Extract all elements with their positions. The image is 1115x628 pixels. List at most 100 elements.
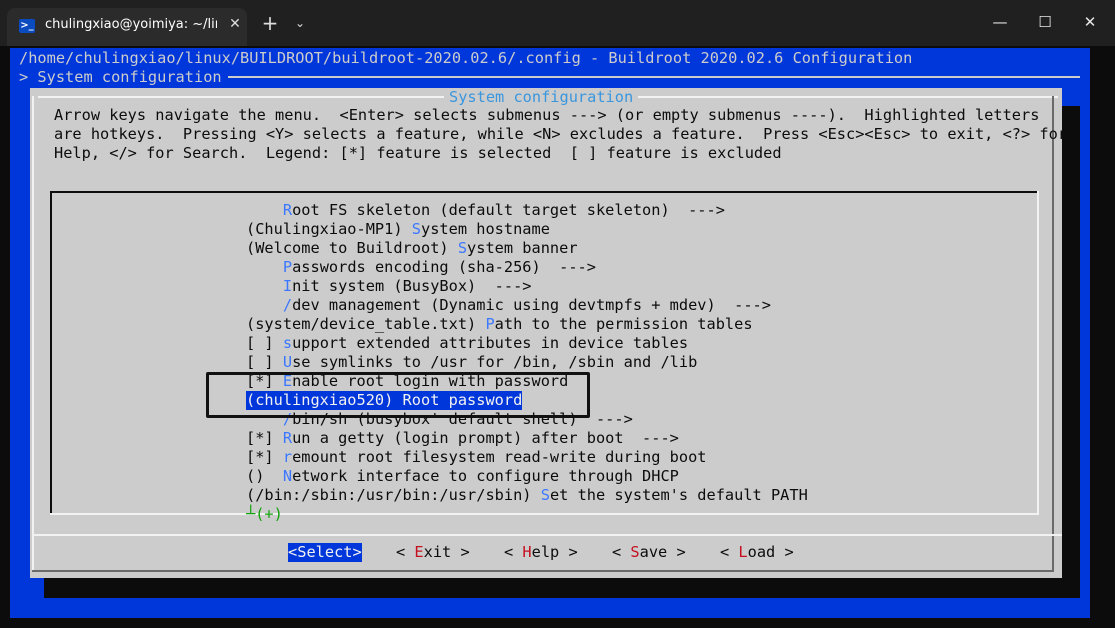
menu-list-box: Root FS skeleton (default target skeleto… (50, 191, 1039, 523)
help-text-line: Help, </> for Search. Legend: [*] featur… (54, 144, 782, 162)
item-hotkey: N (282, 467, 293, 485)
terminal-icon: >_ (19, 19, 35, 33)
item-hotkey: R (282, 429, 293, 447)
terminal-tab[interactable]: >_ chulingxiao@yoimiya: ~/linux ✕ (7, 8, 247, 46)
menu-item-passwords-encoding[interactable]: Passwords encoding (sha-256) ---> (246, 258, 596, 277)
item-prefix: [*] (246, 448, 283, 466)
menu-item-extended-attributes[interactable]: [ ] support extended attributes in devic… (246, 334, 688, 353)
button-hotkey: E (414, 543, 424, 561)
item-label: emount root filesystem read-write during… (292, 448, 707, 466)
item-prefix (246, 258, 283, 276)
save-button[interactable]: < Save > (612, 543, 686, 562)
item-hotkey: P (485, 315, 495, 333)
button-label: elp > (531, 543, 578, 561)
dialog-border-bottom (32, 570, 1054, 572)
item-prefix: [*] (246, 429, 283, 447)
menu-item-dev-management[interactable]: /dev management (Dynamic using devtmpfs … (246, 296, 771, 315)
menu-item-network-interface[interactable]: () Network interface to configure throug… (246, 467, 679, 486)
button-hotkey: S (630, 543, 640, 561)
item-label: dev management (Dynamic using devtmpfs +… (292, 296, 771, 314)
menu-item-init-system[interactable]: Init system (BusyBox) ---> (246, 277, 532, 296)
item-hotkey: / (282, 296, 293, 314)
button-hotkey: H (522, 543, 532, 561)
item-label: ystem banner (467, 239, 578, 257)
button-label: ave > (639, 543, 686, 561)
exit-button[interactable]: < Exit > (396, 543, 470, 562)
item-label: se symlinks to /usr for /bin, /sbin and … (292, 353, 698, 371)
item-hotkey: S (540, 486, 550, 504)
item-prefix (246, 277, 283, 295)
highlight-annotation-box (206, 372, 590, 418)
help-text-line: Arrow keys navigate the menu. <Enter> se… (54, 106, 1040, 124)
menu-item-getty[interactable]: [*] Run a getty (login prompt) after boo… (246, 429, 679, 448)
dialog-shadow-bottom (44, 578, 1080, 598)
help-text-line: are hotkeys. Pressing <Y> selects a feat… (54, 125, 1068, 143)
menu-border-right (1037, 191, 1039, 515)
button-bracket: < (612, 543, 631, 561)
menu-item-usr-symlinks[interactable]: [ ] Use symlinks to /usr for /bin, /sbin… (246, 353, 697, 372)
button-hotkey: L (738, 543, 748, 561)
menu-item-system-hostname[interactable]: (Chulingxiao-MP1) System hostname (246, 220, 550, 239)
button-label: xit > (423, 543, 470, 561)
item-prefix: (/bin:/sbin:/usr/bin:/usr/sbin) (246, 486, 541, 504)
item-label: upport extended attributes in device tab… (292, 334, 689, 352)
item-hotkey: P (282, 258, 293, 276)
load-button[interactable]: < Load > (720, 543, 794, 562)
item-label: oot FS skeleton (default target skeleton… (292, 201, 725, 219)
tab-title: chulingxiao@yoimiya: ~/linux (45, 17, 217, 32)
select-button[interactable]: <Select> (288, 543, 362, 562)
item-prefix: [ ] (246, 353, 283, 371)
breadcrumb-rule (228, 76, 1080, 78)
menu-border-left (50, 191, 52, 515)
dialog-border-right (1052, 96, 1054, 572)
button-bracket: < (288, 543, 298, 561)
item-hotkey: U (282, 353, 293, 371)
new-tab-button[interactable]: + (260, 12, 280, 34)
item-label: ystem hostname (421, 220, 550, 238)
item-prefix (246, 201, 283, 219)
item-hotkey: r (282, 448, 293, 466)
button-separator (32, 534, 1062, 536)
breadcrumb: > System configuration (19, 68, 222, 86)
dialog-title: System configuration (444, 88, 639, 107)
close-window-button[interactable]: ✕ (1075, 8, 1105, 36)
menu-border-bottom (50, 513, 1039, 515)
button-bracket: < (396, 543, 415, 561)
item-hotkey: S (411, 220, 421, 238)
maximize-button[interactable]: ☐ (1030, 8, 1060, 36)
menu-item-default-path[interactable]: (/bin:/sbin:/usr/bin:/usr/sbin) Set the … (246, 486, 808, 505)
button-bracket: < (504, 543, 523, 561)
item-prefix: [ ] (246, 334, 283, 352)
menu-item-root-fs-skeleton[interactable]: Root FS skeleton (default target skeleto… (246, 201, 725, 220)
item-prefix (246, 296, 283, 314)
chevron-down-icon[interactable]: ⌄ (290, 12, 310, 34)
minimize-button[interactable]: — (985, 8, 1015, 36)
help-button[interactable]: < Help > (504, 543, 578, 562)
dialog-border-left (32, 96, 34, 572)
item-label: et the system's default PATH (549, 486, 808, 504)
menu-border-top (50, 191, 1037, 193)
item-hotkey: s (282, 334, 293, 352)
item-label: ath to the permission tables (494, 315, 753, 333)
menu-item-permission-tables[interactable]: (system/device_table.txt) Path to the pe… (246, 315, 753, 334)
button-label: elect> (306, 543, 362, 561)
item-label: asswords encoding (sha-256) ---> (292, 258, 596, 276)
item-prefix: () (246, 467, 283, 485)
item-hotkey: R (282, 201, 293, 219)
dialog-shadow-right (1062, 106, 1080, 594)
button-bracket: < (720, 543, 739, 561)
item-prefix: (system/device_table.txt) (246, 315, 486, 333)
title-bar: >_ chulingxiao@yoimiya: ~/linux ✕ + ⌄ — … (0, 0, 1115, 46)
config-path-line: /home/chulingxiao/linux/BUILDROOT/buildr… (19, 49, 913, 67)
more-items-indicator: ┴(+) (246, 505, 283, 523)
menu-item-system-banner[interactable]: (Welcome to Buildroot) System banner (246, 239, 578, 258)
close-tab-icon[interactable]: ✕ (225, 14, 245, 34)
item-hotkey: S (457, 239, 468, 257)
item-label: un a getty (login prompt) after boot ---… (292, 429, 679, 447)
item-prefix: (Chulingxiao-MP1) (246, 220, 412, 238)
menu-item-remount-root[interactable]: [*] remount root filesystem read-write d… (246, 448, 707, 467)
item-hotkey: I (282, 277, 293, 295)
button-label: oad > (747, 543, 794, 561)
item-label: nit system (BusyBox) ---> (292, 277, 532, 295)
item-prefix: (Welcome to Buildroot) (246, 239, 458, 257)
